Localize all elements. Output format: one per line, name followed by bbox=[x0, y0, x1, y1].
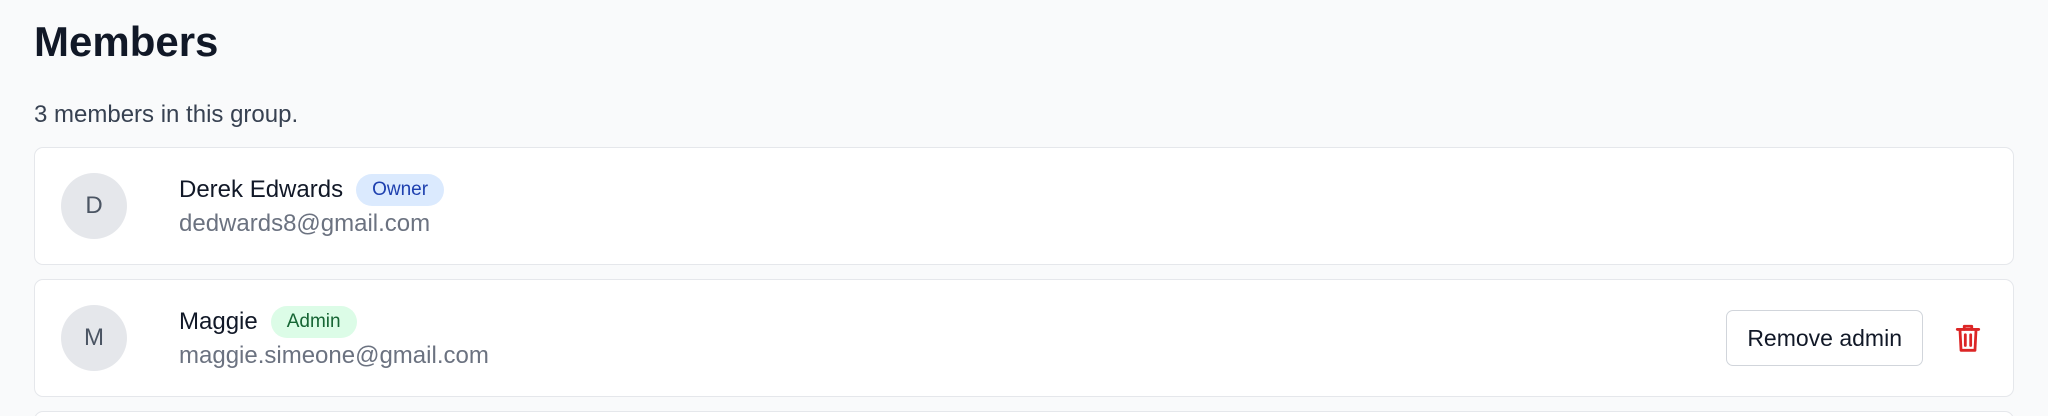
member-row: D Derek Edwards Owner dedwards8@gmail.co… bbox=[34, 147, 2014, 265]
member-actions: Remove admin bbox=[1726, 310, 1987, 366]
members-list: D Derek Edwards Owner dedwards8@gmail.co… bbox=[34, 147, 2014, 416]
name-row: Maggie Admin bbox=[179, 305, 1726, 339]
member-email: maggie.simeone@gmail.com bbox=[179, 342, 489, 369]
member-email: dedwards8@gmail.com bbox=[179, 210, 431, 237]
name-row: Derek Edwards Owner bbox=[179, 173, 1987, 207]
member-info: Maggie Admin maggie.simeone@gmail.com bbox=[179, 305, 1726, 371]
members-page: Members 3 members in this group. D Derek… bbox=[0, 0, 2048, 416]
page-title: Members bbox=[34, 18, 219, 65]
avatar: M bbox=[61, 305, 127, 371]
member-row: M Maggie Admin maggie.simeone@gmail.com … bbox=[34, 279, 2014, 397]
member-info: Derek Edwards Owner dedwards8@gmail.com bbox=[179, 173, 1987, 239]
trash-icon bbox=[1955, 324, 1981, 352]
owner-badge: Owner bbox=[356, 174, 445, 206]
member-name: Maggie bbox=[179, 308, 258, 335]
remove-admin-button[interactable]: Remove admin bbox=[1726, 310, 1923, 366]
admin-badge: Admin bbox=[270, 306, 357, 338]
member-count-text: 3 members in this group. bbox=[34, 101, 299, 128]
avatar: D bbox=[61, 173, 127, 239]
delete-member-button[interactable] bbox=[1951, 318, 1985, 358]
member-row bbox=[34, 411, 2014, 416]
member-name: Derek Edwards bbox=[179, 176, 344, 203]
